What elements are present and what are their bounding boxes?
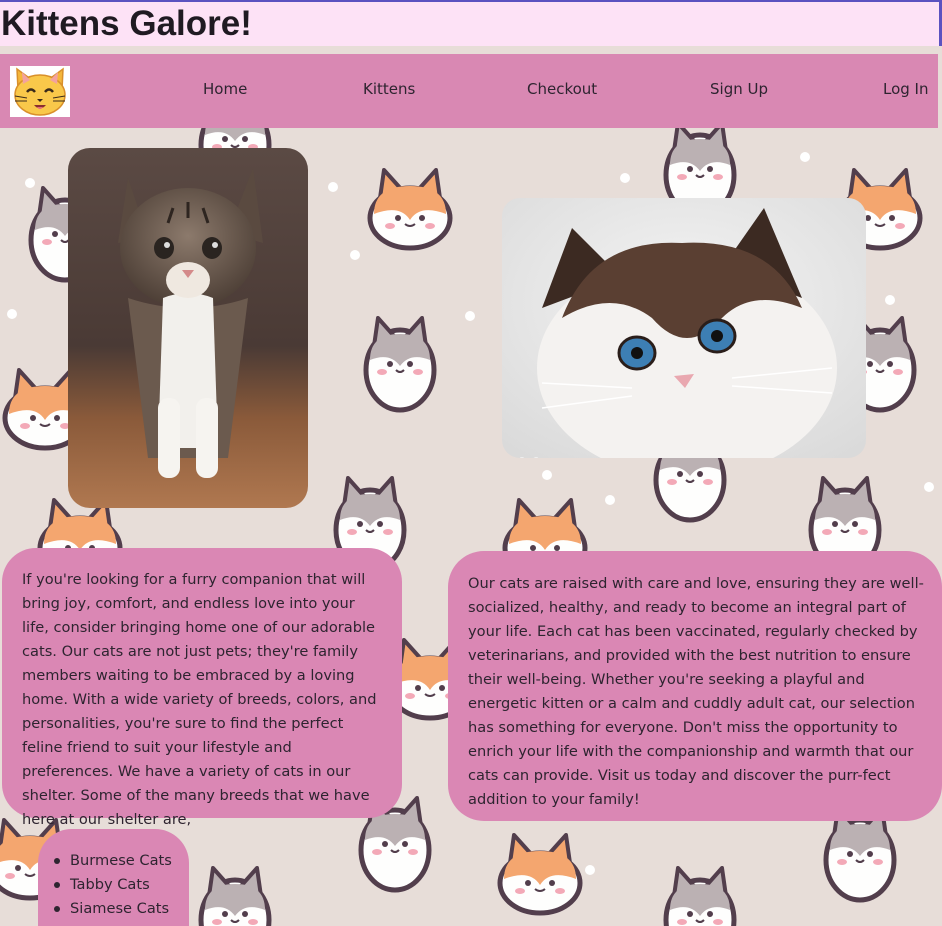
breed-list-item: Siamese Cats: [54, 897, 189, 921]
ragdoll-cat-photo: alamy: [502, 198, 866, 458]
care-text-box: Our cats are raised with care and love, …: [448, 551, 942, 821]
breed-list-item: Tabby Cats: [54, 873, 189, 897]
cat-face-icon[interactable]: [10, 66, 70, 117]
intro-text-box: If you're looking for a furry companion …: [2, 548, 402, 828]
navbar: Home Kittens Checkout Sign Up Log In: [0, 54, 938, 128]
nav-home-link[interactable]: Home: [203, 80, 247, 98]
nav-log-in-link[interactable]: Log In: [883, 80, 929, 98]
breed-label: Tabby Cats: [70, 876, 150, 893]
nav-sign-up-link[interactable]: Sign Up: [710, 80, 768, 98]
care-paragraph: Our cats are raised with care and love, …: [468, 575, 924, 808]
bullet-icon: [54, 858, 60, 864]
nav-kittens-link[interactable]: Kittens: [363, 80, 415, 98]
nav-checkout-link[interactable]: Checkout: [527, 80, 597, 98]
intro-paragraph: If you're looking for a furry companion …: [22, 571, 377, 828]
breed-list: Burmese Cats Tabby Cats Siamese Cats: [38, 829, 189, 926]
tabby-kitten-photo: [68, 148, 308, 508]
breed-label: Siamese Cats: [70, 900, 170, 917]
bullet-icon: [54, 906, 60, 912]
site-title: Kittens Galore!: [0, 2, 942, 46]
breed-label: Burmese Cats: [70, 852, 172, 869]
breed-list-item: Burmese Cats: [54, 849, 189, 873]
bullet-icon: [54, 882, 60, 888]
